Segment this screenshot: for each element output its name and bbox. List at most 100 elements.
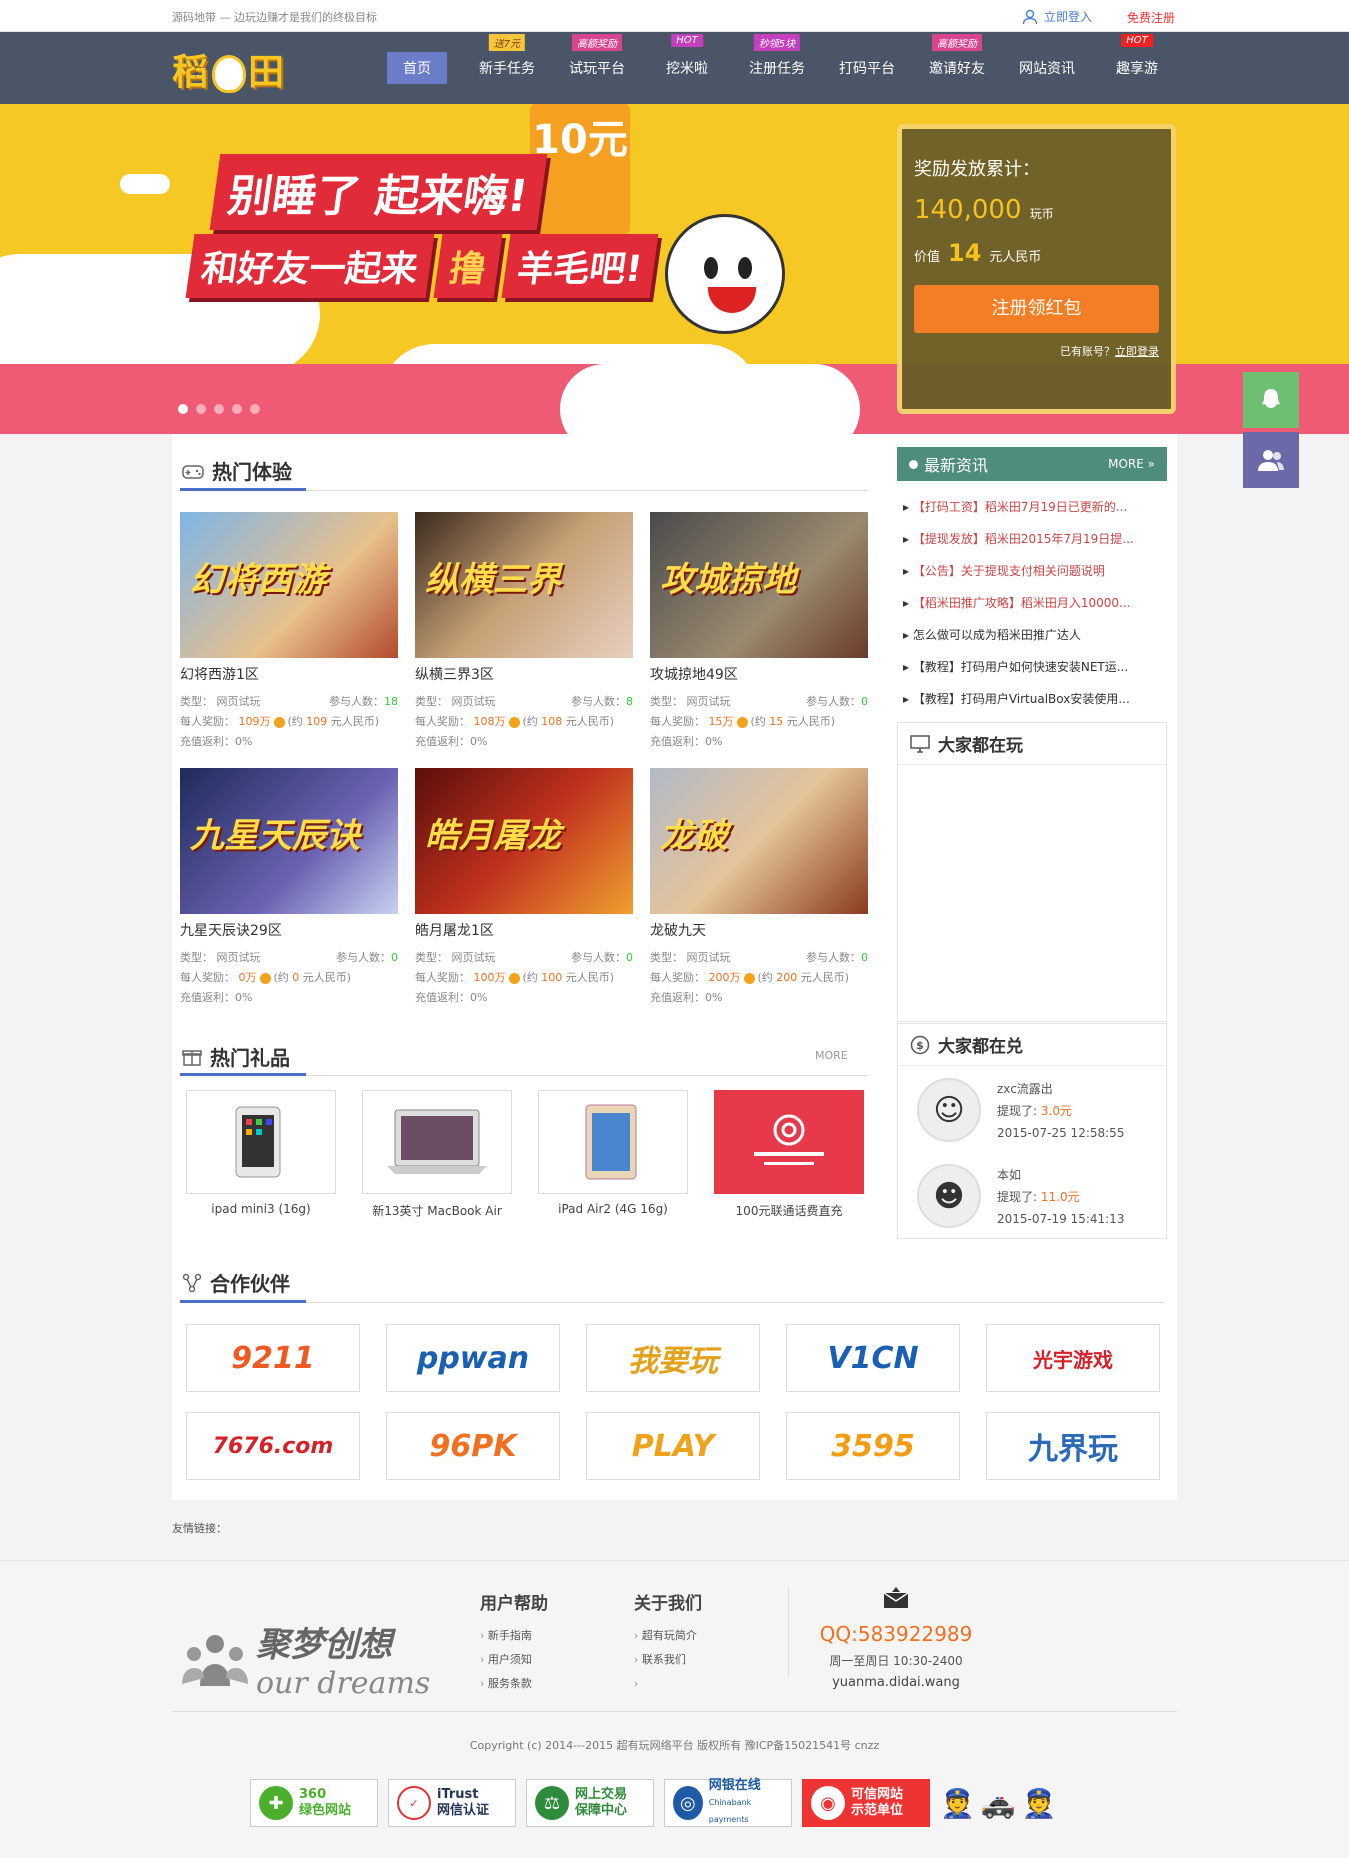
- footer-link[interactable]: [634, 1672, 702, 1696]
- badge-chinabank[interactable]: ◎ 网银在线 Chinabank payments: [664, 1778, 792, 1827]
- gift-image[interactable]: [362, 1090, 512, 1194]
- partner-logo[interactable]: 九界玩: [986, 1412, 1160, 1480]
- nav-item-register-task[interactable]: 秒领5块 注册任务: [732, 32, 822, 104]
- game-image[interactable]: 九星天辰诀: [180, 768, 398, 914]
- news-item[interactable]: 【公告】关于提现支付相关问题说明: [903, 559, 1167, 591]
- gift-item[interactable]: ipad mini3 (16g): [186, 1090, 336, 1216]
- partners-section-title: 合作伙伴: [182, 1268, 290, 1297]
- avatar[interactable]: ☻: [917, 1164, 981, 1228]
- login-now-link[interactable]: 立即登录: [1115, 345, 1159, 358]
- partner-logo[interactable]: 96PK: [386, 1412, 560, 1480]
- carousel-dot[interactable]: [196, 404, 206, 414]
- nav-item-quxiangyou[interactable]: HOT 趣享游: [1092, 32, 1182, 104]
- gift-name[interactable]: ipad mini3 (16g): [186, 1202, 336, 1216]
- footer-link[interactable]: 超有玩简介: [634, 1624, 702, 1648]
- partner-logo[interactable]: V1CN: [786, 1324, 960, 1392]
- partner-logo[interactable]: 3595: [786, 1412, 960, 1480]
- news-item[interactable]: 【教程】打码用户VirtualBox安装使用...: [903, 687, 1167, 719]
- news-more-link[interactable]: MORE »: [1108, 457, 1155, 471]
- gift-item[interactable]: iPad Air2 (4G 16g): [538, 1090, 688, 1216]
- qq-float-button[interactable]: [1243, 372, 1299, 428]
- news-item[interactable]: 【教程】打码用户如何快速安装NET运...: [903, 655, 1167, 687]
- footer-logo-en: our dreams: [256, 1666, 431, 1701]
- nav-item-wamila[interactable]: HOT 挖米啦: [642, 32, 732, 104]
- users-icon: [1258, 450, 1284, 471]
- game-name[interactable]: 龙破九天: [650, 920, 868, 940]
- footer-link[interactable]: 联系我们: [634, 1648, 702, 1672]
- game-image[interactable]: 龙破: [650, 768, 868, 914]
- partner-logo[interactable]: 光宇游戏: [986, 1324, 1160, 1392]
- logo[interactable]: 稻田: [172, 46, 312, 93]
- gift-item[interactable]: 100元联通话费直充: [714, 1090, 864, 1219]
- news-item[interactable]: 怎么做可以成为稻米田推广达人: [903, 623, 1167, 655]
- footer-link[interactable]: 新手指南: [480, 1624, 548, 1648]
- game-image[interactable]: 纵横三界: [415, 512, 633, 658]
- carousel-dot[interactable]: [250, 404, 260, 414]
- carousel-dot[interactable]: [178, 404, 188, 414]
- news-list: 【打码工资】稻米田7月19日已更新的... 【提现发放】稻米田2015年7月19…: [903, 495, 1167, 719]
- badge-trusted[interactable]: ◉ 可信网站 示范单位: [802, 1779, 930, 1827]
- nav-item-invite[interactable]: 高额奖励 邀请好友: [912, 32, 1002, 104]
- footer-about: 关于我们 超有玩简介 联系我们: [634, 1589, 702, 1696]
- qq-number[interactable]: QQ:583922989: [808, 1622, 984, 1646]
- game-card[interactable]: 攻城掠地 攻城掠地49区 类型： 网页试玩 参与人数：0 每人奖励： 15万 (约 15 …: [650, 512, 868, 752]
- partner-logo[interactable]: 7676.com: [186, 1412, 360, 1480]
- footer-link[interactable]: 用户须知: [480, 1648, 548, 1672]
- badge-itrust[interactable]: ✓ iTrust 网信认证: [388, 1779, 516, 1827]
- nav-item-home[interactable]: 首页: [372, 32, 462, 104]
- footer-link[interactable]: 服务条款: [480, 1672, 548, 1696]
- reward-value: 价值 14 元人民币: [914, 239, 1042, 267]
- nav-item-news[interactable]: 网站资讯: [1002, 32, 1092, 104]
- gift-image[interactable]: [538, 1090, 688, 1194]
- copyright: Copyright (c) 2014---2015 超有玩网络平台 版权所有 豫…: [469, 1739, 880, 1752]
- partner-logo[interactable]: 我要玩: [586, 1324, 760, 1392]
- login-label[interactable]: 立即登入: [1044, 8, 1092, 25]
- hero-banner[interactable]: 10元 别睡了 起来嗨! 和好友一起来 撸 羊毛吧! 奖励发放累计： 140,0…: [0, 104, 1349, 434]
- game-card[interactable]: 皓月屠龙 皓月屠龙1区 类型： 网页试玩 参与人数：0 每人奖励： 100万 (约 100…: [415, 768, 633, 1008]
- nav-badge: HOT: [1121, 34, 1153, 47]
- game-name[interactable]: 幻将西游1区: [180, 664, 398, 684]
- badge-trade[interactable]: ⚖ 网上交易 保障中心: [526, 1779, 654, 1827]
- partner-logo[interactable]: PLAY: [586, 1412, 760, 1480]
- gamepad-icon: [182, 464, 204, 479]
- gift-item[interactable]: 新13英寸 MacBook Air: [362, 1090, 512, 1219]
- login-link[interactable]: 立即登入: [1022, 8, 1092, 25]
- game-art-title: 纵横三界: [425, 560, 561, 600]
- gifts-more-link[interactable]: MORE: [815, 1049, 848, 1062]
- game-name[interactable]: 九星天辰诀29区: [180, 920, 398, 940]
- register-link[interactable]: 免费注册: [1127, 9, 1175, 26]
- news-item[interactable]: 【稻米田推广攻略】稻米田月入10000...: [903, 591, 1167, 623]
- game-image[interactable]: 幻将西游: [180, 512, 398, 658]
- game-card[interactable]: 龙破 龙破九天 类型： 网页试玩 参与人数：0 每人奖励： 200万 (约 200 元人民…: [650, 768, 868, 1008]
- police-icons[interactable]: 👮 🚓 👮: [940, 1779, 1080, 1827]
- carousel-dot[interactable]: [232, 404, 242, 414]
- game-card[interactable]: 幻将西游 幻将西游1区 类型： 网页试玩 参与人数：18 每人奖励： 109万 (约 10…: [180, 512, 398, 752]
- game-card[interactable]: 九星天辰诀 九星天辰诀29区 类型： 网页试玩 参与人数：0 每人奖励： 0万 (约 0 …: [180, 768, 398, 1008]
- game-card[interactable]: 纵横三界 纵横三界3区 类型： 网页试玩 参与人数：8 每人奖励： 108万 (约 108…: [415, 512, 633, 752]
- team-icon: [182, 1635, 248, 1686]
- badge-360[interactable]: ✚ 360 绿色网站: [250, 1779, 378, 1827]
- news-item[interactable]: 【打码工资】稻米田7月19日已更新的...: [903, 495, 1167, 527]
- game-image[interactable]: 攻城掠地: [650, 512, 868, 658]
- game-name[interactable]: 纵横三界3区: [415, 664, 633, 684]
- gift-name[interactable]: iPad Air2 (4G 16g): [538, 1202, 688, 1216]
- nav-item-trial[interactable]: 高额奖励 试玩平台: [552, 32, 642, 104]
- slogan: 源码地带 — 边玩边赚才是我们的终极目标: [172, 11, 377, 24]
- game-name[interactable]: 皓月屠龙1区: [415, 920, 633, 940]
- news-item[interactable]: 【提现发放】稻米田2015年7月19日提...: [903, 527, 1167, 559]
- site-domain[interactable]: yuanma.didai.wang: [808, 1675, 984, 1690]
- gift-name[interactable]: 新13英寸 MacBook Air: [362, 1202, 512, 1219]
- carousel-dot[interactable]: [214, 404, 224, 414]
- nav-item-captcha[interactable]: 打码平台: [822, 32, 912, 104]
- partner-logo[interactable]: 9211: [186, 1324, 360, 1392]
- gift-image[interactable]: [714, 1090, 864, 1194]
- partner-logo[interactable]: ppwan: [386, 1324, 560, 1392]
- group-float-button[interactable]: [1243, 432, 1299, 488]
- avatar[interactable]: ☺: [917, 1078, 981, 1142]
- game-name[interactable]: 攻城掠地49区: [650, 664, 868, 684]
- gift-image[interactable]: [186, 1090, 336, 1194]
- nav-item-newbie[interactable]: 送7元 新手任务: [462, 32, 552, 104]
- gift-name[interactable]: 100元联通话费直充: [714, 1202, 864, 1219]
- register-redpacket-button[interactable]: 注册领红包: [914, 285, 1159, 333]
- game-image[interactable]: 皓月屠龙: [415, 768, 633, 914]
